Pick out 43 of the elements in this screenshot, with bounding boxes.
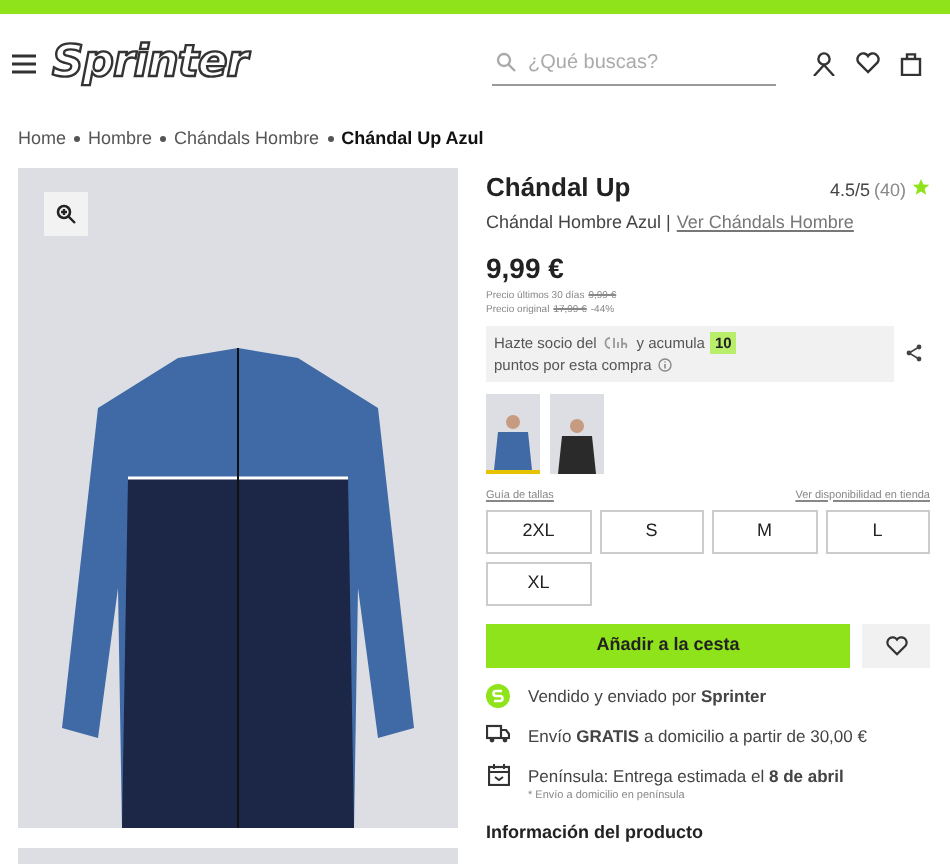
dot-separator-icon	[160, 136, 167, 143]
share-icon[interactable]	[906, 344, 922, 362]
search-icon	[496, 52, 516, 72]
price: 9,99 €	[486, 249, 566, 287]
category-link[interactable]: Ver Chándals Hombre	[676, 210, 854, 237]
wishlist-button[interactable]	[862, 623, 930, 668]
rating: 4.5/5	[829, 177, 870, 203]
breadcrumb-link[interactable]: Chándal Up Azul	[341, 126, 484, 153]
heart-icon	[885, 635, 907, 656]
section-title: Información del producto	[486, 820, 706, 846]
breadcrumb-link[interactable]: Hombre	[88, 126, 153, 153]
info-text: Vendido y enviado por Sprinter	[528, 683, 767, 708]
size-option[interactable]: XL	[486, 561, 591, 606]
club-logo-icon	[602, 335, 631, 349]
search-field[interactable]: ¿Qué buscas?	[528, 47, 748, 77]
heart-icon[interactable]	[856, 52, 880, 74]
dot-separator-icon	[327, 136, 334, 143]
thumbnail[interactable]	[550, 393, 604, 473]
thumbnail[interactable]	[486, 393, 540, 473]
size-option[interactable]: 2XL	[486, 509, 591, 554]
truck-icon	[486, 723, 510, 744]
size-option[interactable]: L	[825, 509, 930, 554]
size-option[interactable]: M	[712, 509, 817, 554]
product-title: Chándal Up	[486, 169, 631, 206]
user-icon[interactable]	[812, 51, 836, 75]
star-icon	[912, 177, 930, 195]
breadcrumb-link[interactable]: Chándals Hombre	[174, 126, 320, 153]
dot-separator-icon	[74, 136, 81, 143]
review-count[interactable]: (40)	[873, 177, 906, 204]
info-icon[interactable]	[657, 357, 672, 371]
info-text: Península: Entrega estimada el 8 de abril	[528, 763, 844, 788]
size-option[interactable]: S	[599, 509, 704, 554]
info-text: Envío GRATIS a domicilio a partir de 30,00 €	[528, 723, 867, 748]
add-to-cart-button[interactable]: Añadir a la cesta	[486, 623, 850, 668]
zoom-button[interactable]	[44, 191, 88, 235]
store-logo-icon	[486, 683, 510, 708]
menu-icon[interactable]	[12, 53, 36, 73]
calendar-icon	[487, 763, 509, 786]
bag-icon[interactable]	[900, 51, 922, 75]
logo[interactable]: Sprinter	[52, 30, 248, 96]
zoom-in-icon	[56, 203, 76, 223]
product-subtitle: Chándal Hombre Azul |	[486, 210, 671, 236]
breadcrumb-link[interactable]: Home	[18, 126, 67, 153]
